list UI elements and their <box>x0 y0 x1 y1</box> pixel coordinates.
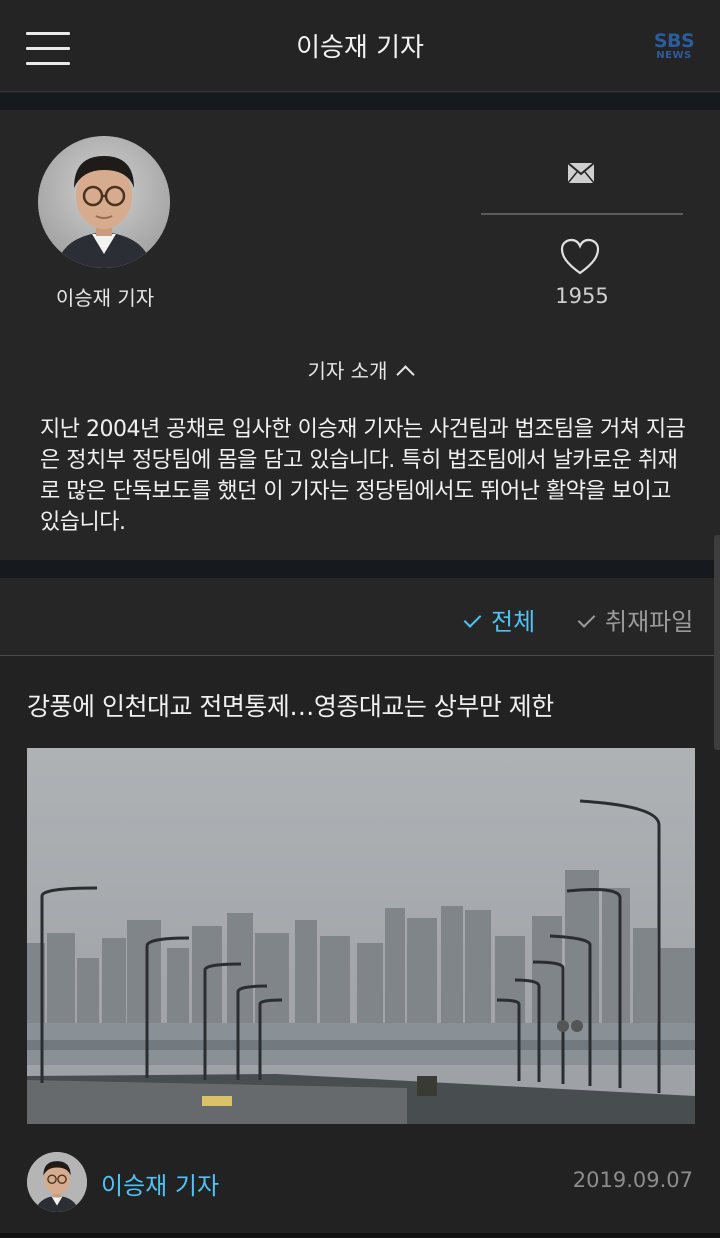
chevron-up-icon <box>396 365 416 384</box>
section-separator <box>0 93 720 110</box>
logo-line1: SBS <box>653 30 695 52</box>
article-card[interactable]: 강풍에 인천대교 전면통제…영종대교는 상부만 제한 이승재 기자 2019.0… <box>0 657 720 1233</box>
author-name[interactable]: 이승재 기자 <box>101 1166 219 1201</box>
tab-reporting-files[interactable]: 취재파일 <box>577 602 694 637</box>
intro-toggle-button[interactable]: 기자 소개 <box>0 355 720 384</box>
check-icon <box>577 610 596 628</box>
article-image[interactable] <box>27 748 695 1124</box>
sbs-news-logo[interactable]: SBS NEWS <box>652 32 696 62</box>
reporter-profile: 이승재 기자 1955 기자 소개 지난 2004년 공채로 입사한 이승재 기… <box>0 110 720 560</box>
tab-all[interactable]: 전체 <box>463 602 536 637</box>
section-separator <box>0 1233 720 1238</box>
page-title: 이승재 기자 <box>296 33 424 63</box>
reporter-avatar <box>38 136 170 268</box>
intro-toggle-label: 기자 소개 <box>307 359 388 383</box>
logo-line2: NEWS <box>656 50 692 61</box>
profile-divider <box>481 213 683 215</box>
top-app-bar: 이승재 기자 SBS NEWS <box>0 0 720 92</box>
article-title[interactable]: 강풍에 인천대교 전면통제…영종대교는 상부만 제한 <box>27 687 697 723</box>
article-filter-tabs: 전체 취재파일 <box>0 578 720 656</box>
scroll-indicator[interactable] <box>714 535 720 750</box>
reporter-intro-text: 지난 2004년 공채로 입사한 이승재 기자는 사건팀과 법조팀을 거쳐 지금… <box>40 417 686 535</box>
hamburger-menu-icon[interactable] <box>26 32 70 66</box>
article-date: 2019.09.07 <box>572 1168 693 1192</box>
section-separator <box>0 560 720 578</box>
heart-icon[interactable] <box>560 238 600 276</box>
tab-files-label: 취재파일 <box>605 608 694 636</box>
like-count: 1955 <box>555 284 609 308</box>
author-avatar[interactable] <box>27 1152 87 1212</box>
mail-icon[interactable] <box>566 158 596 188</box>
reporter-name: 이승재 기자 <box>55 286 155 310</box>
tab-all-label: 전체 <box>491 608 536 636</box>
check-icon <box>463 610 482 628</box>
